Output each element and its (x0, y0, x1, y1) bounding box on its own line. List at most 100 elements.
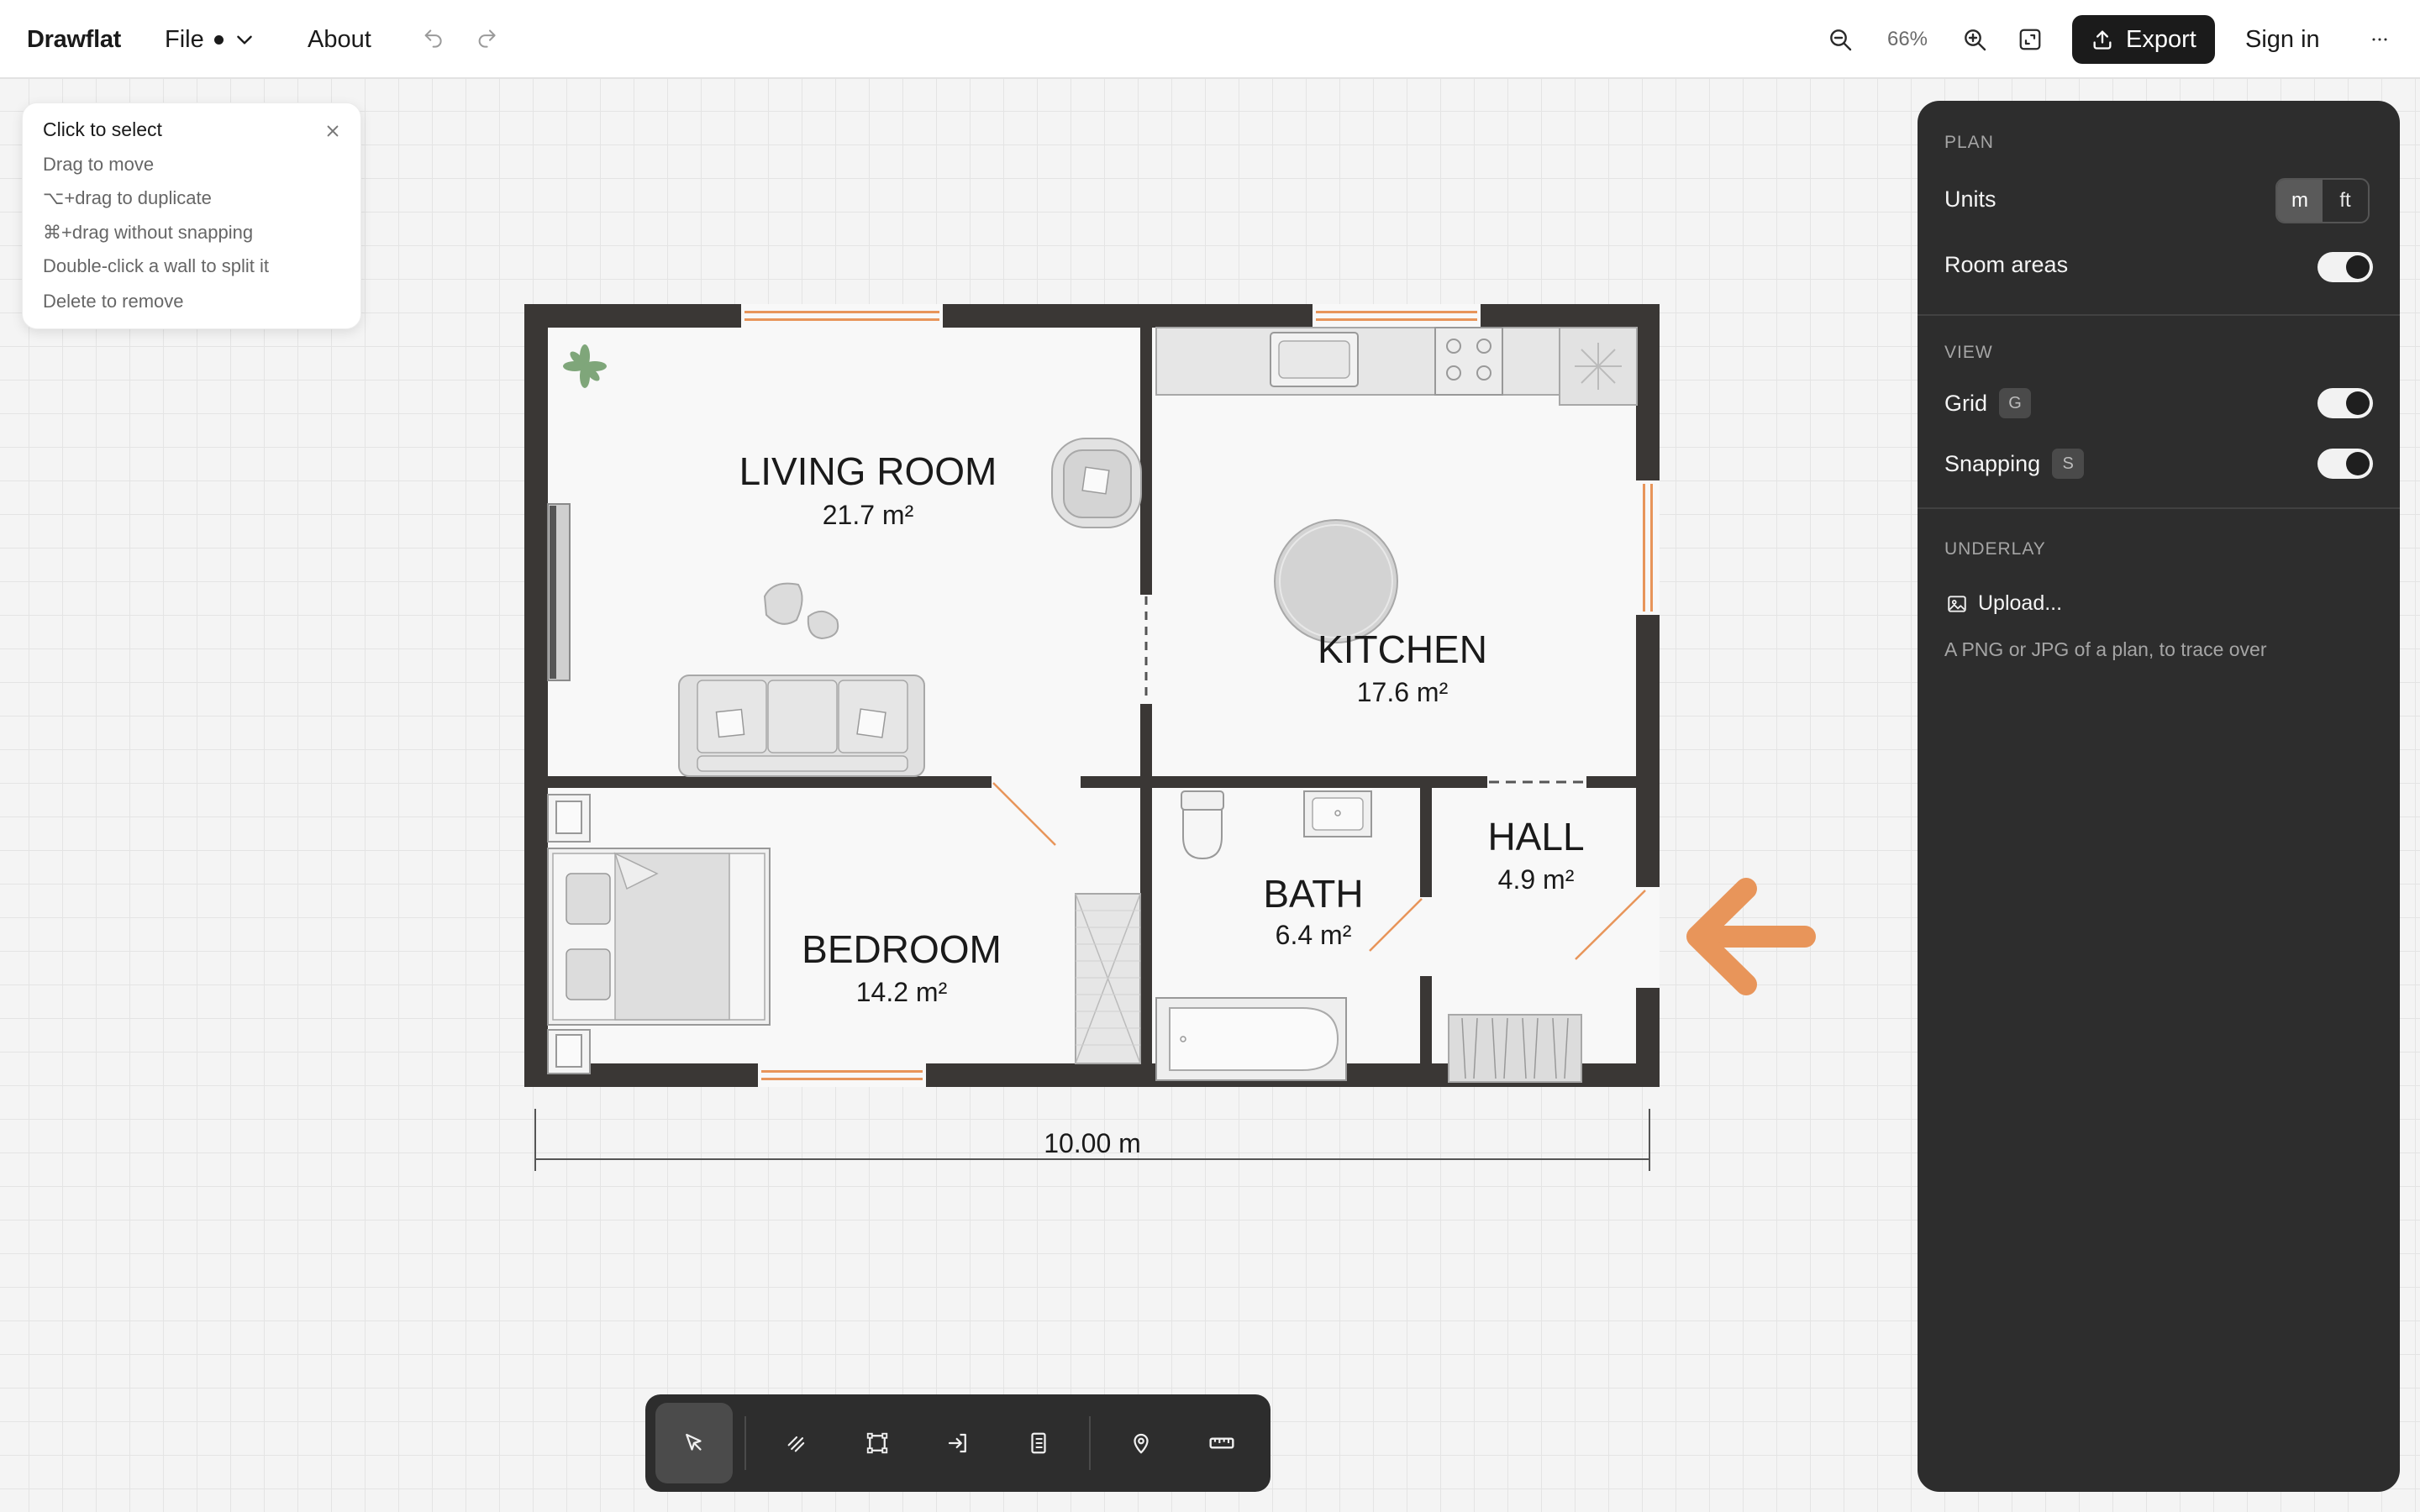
more-menu-button[interactable] (2358, 0, 2402, 79)
tip-text: Double-click a wall to split it (43, 255, 269, 276)
toilet[interactable] (1181, 790, 1224, 860)
door-tool-button[interactable] (919, 1403, 997, 1483)
sofa[interactable] (678, 675, 925, 777)
map-pin-icon (1134, 1433, 1149, 1454)
wall-icon (787, 1436, 805, 1452)
measure-tool-button[interactable] (1183, 1403, 1260, 1483)
image-icon (1948, 595, 1966, 612)
room-name-living: LIVING ROOM (739, 449, 997, 493)
cursor-pointer-icon (686, 1433, 702, 1451)
window-tool-button[interactable] (1000, 1403, 1077, 1483)
wall-tool-button[interactable] (758, 1403, 835, 1483)
snapping-label: Snapping (1944, 450, 2041, 476)
file-menu-label: File (165, 25, 204, 53)
select-tool-button[interactable] (655, 1403, 733, 1483)
room-area-hall: 4.9 m² (1498, 864, 1575, 895)
snapping-shortcut-key: S (2052, 449, 2085, 479)
grid-shortcut-key: G (1999, 388, 2032, 418)
undo-button[interactable] (412, 0, 455, 79)
tip-text: ⌘+drag without snapping (43, 222, 254, 243)
ruler-icon (1209, 1437, 1234, 1449)
dining-table[interactable] (1274, 519, 1398, 643)
tip-text: Delete to remove (43, 291, 184, 312)
redo-icon (478, 29, 496, 48)
sink[interactable] (1303, 790, 1372, 837)
toggle-knob (2346, 391, 2370, 415)
window-icon (1031, 1432, 1046, 1454)
tip-text: Drag to move (43, 154, 155, 175)
units-segmented-control[interactable]: m ft (2275, 178, 2370, 223)
room-name-bath: BATH (1263, 872, 1363, 916)
unit-option-ft[interactable]: ft (2323, 180, 2368, 222)
snapping-toggle[interactable] (2317, 449, 2373, 479)
fit-screen-icon (2019, 29, 2041, 50)
unsaved-dot-icon (213, 34, 224, 45)
grid-label: Grid (1944, 390, 1988, 416)
upload-underlay-button[interactable]: Upload... (1946, 591, 2062, 616)
door-enter-icon (948, 1433, 966, 1453)
bathtub[interactable] (1155, 997, 1347, 1081)
room-name-kitchen: KITCHEN (1318, 627, 1487, 671)
panel-divider (1918, 507, 2400, 509)
room-area-bedroom: 14.2 m² (856, 977, 948, 1007)
zoom-out-icon (1830, 29, 1852, 51)
upload-hint: A PNG or JPG of a plan, to trace over (1944, 638, 2267, 660)
entrance-arrow-icon (1686, 878, 1816, 995)
zoom-in-icon (1965, 29, 1986, 51)
upload-label: Upload... (1978, 591, 2063, 615)
toggle-knob (2346, 255, 2370, 279)
shoe-rack[interactable] (1448, 1014, 1582, 1083)
toolbar-separator (1089, 1416, 1091, 1470)
app-name: Drawflat (27, 25, 122, 53)
room-name-hall: HALL (1487, 815, 1584, 858)
unit-option-m[interactable]: m (2277, 180, 2323, 222)
zoom-in-button[interactable] (1953, 0, 1996, 79)
bed[interactable] (547, 848, 771, 1026)
upload-icon (2093, 30, 2112, 50)
chevron-down-icon (236, 35, 252, 45)
dimension-label: 10.00 m (1044, 1128, 1141, 1158)
floor-plan-canvas[interactable]: LIVING ROOM 21.7 m² KITCHEN 17.6 m² BEDR… (504, 286, 1832, 1193)
armchair[interactable] (1051, 438, 1142, 528)
toggle-knob (2346, 452, 2370, 475)
toolbar-separator (744, 1416, 746, 1470)
more-horizontal-icon (2372, 38, 2387, 41)
grid-row-label: Grid G (1944, 388, 2032, 418)
tv (550, 506, 556, 679)
zoom-out-button[interactable] (1818, 0, 1862, 79)
close-icon[interactable] (322, 120, 344, 142)
fridge[interactable] (1559, 327, 1638, 406)
room-tool-button[interactable] (839, 1403, 916, 1483)
panel-divider (1918, 314, 2400, 316)
section-title-view: VIEW (1944, 343, 1993, 362)
drawing-toolbar (645, 1394, 1270, 1492)
entrance-opening[interactable] (1636, 887, 1660, 988)
room-icon (866, 1432, 888, 1454)
zoom-level: 66% (1886, 28, 1928, 50)
properties-panel: PLAN Units m ft Room areas VIEW Grid G S… (1918, 101, 2400, 1492)
fit-to-screen-button[interactable] (2008, 0, 2052, 79)
room-areas-toggle[interactable] (2317, 252, 2373, 282)
section-title-plan: PLAN (1944, 133, 1994, 152)
room-areas-label: Room areas (1944, 252, 2069, 277)
room-area-bath: 6.4 m² (1276, 920, 1352, 950)
file-menu[interactable]: File (165, 0, 255, 79)
help-tips-popover: Click to select Drag to move ⌥+drag to d… (22, 102, 361, 329)
wardrobe[interactable] (1075, 893, 1141, 1064)
export-label: Export (2126, 25, 2196, 53)
section-title-underlay: UNDERLAY (1944, 539, 2046, 559)
sign-in-button[interactable]: Sign in (2245, 0, 2320, 79)
room-area-living: 21.7 m² (823, 500, 914, 530)
about-link[interactable]: About (308, 0, 371, 79)
snapping-row-label: Snapping S (1944, 449, 2085, 479)
kitchen-counter[interactable] (1155, 327, 1572, 396)
tip-text: ⌥+drag to duplicate (43, 187, 212, 208)
grid-toggle[interactable] (2317, 388, 2373, 418)
marker-tool-button[interactable] (1102, 1403, 1180, 1483)
tip-text: Click to select (43, 118, 162, 140)
units-label: Units (1944, 186, 1996, 212)
export-button[interactable]: Export (2072, 15, 2215, 64)
undo-icon (424, 29, 442, 48)
top-bar: Drawflat File About 66% Export Sign in (0, 0, 2420, 79)
redo-button[interactable] (466, 0, 509, 79)
